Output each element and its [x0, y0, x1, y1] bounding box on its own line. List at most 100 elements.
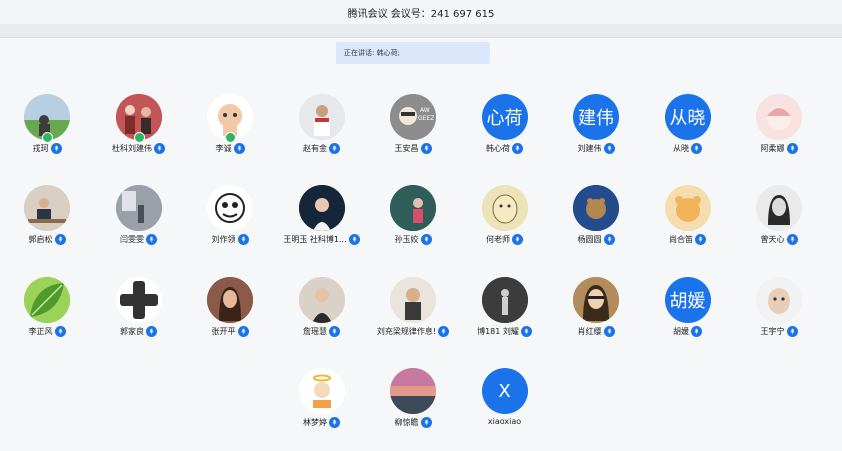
participant-tile[interactable]: 刘充梁规律作息!	[363, 277, 463, 349]
microphone-icon[interactable]	[237, 326, 249, 337]
participant-tile[interactable]: 杜科刘建伟	[89, 94, 189, 166]
participant-tile[interactable]: 尚合笛	[638, 185, 738, 257]
participant-avatar	[390, 368, 436, 414]
participant-avatar: AW GEEZ	[390, 94, 436, 140]
participant-name: 张开平	[211, 327, 236, 336]
participant-tile[interactable]: 林梦婷	[272, 368, 372, 440]
participant-name-row: 李诚	[216, 143, 245, 154]
microphone-icon[interactable]	[329, 417, 340, 428]
participant-name: 李诚	[215, 144, 232, 153]
microphone-icon[interactable]	[237, 234, 249, 245]
participant-tile[interactable]: 赵有金	[272, 94, 372, 166]
participant-name-row: 从晓	[673, 143, 702, 154]
microphone-icon[interactable]	[420, 417, 432, 428]
participant-avatar	[24, 185, 70, 231]
microphone-icon[interactable]	[512, 234, 523, 245]
participant-tile[interactable]: 心荷 韩心荷	[455, 94, 555, 166]
microphone-icon[interactable]	[603, 326, 615, 337]
participant-tile[interactable]: Xxiaoxiao	[455, 368, 555, 440]
participant-tile[interactable]: 李诚	[180, 94, 280, 166]
participant-avatar: 建伟	[573, 94, 619, 140]
participant-avatar	[756, 94, 802, 140]
microphone-icon[interactable]	[146, 234, 157, 245]
microphone-icon[interactable]	[50, 143, 62, 154]
participant-avatar	[115, 185, 162, 231]
participant-name: 柳惊瞻	[394, 418, 419, 427]
participant-tile[interactable]: 刘作领	[180, 185, 280, 257]
participant-tile[interactable]: 博181 刘耀	[455, 277, 555, 349]
svg-text:AW: AW	[420, 107, 430, 114]
status-badge	[225, 132, 236, 143]
microphone-icon[interactable]	[603, 234, 615, 245]
participant-avatar: 胡媛	[664, 277, 711, 323]
participant-tile[interactable]: 胡媛 胡媛	[638, 277, 738, 349]
microphone-icon[interactable]	[691, 143, 702, 154]
participant-tile[interactable]: 王宇宁	[729, 277, 829, 349]
microphone-icon[interactable]	[520, 326, 532, 337]
participant-tile[interactable]: 从晓 从晓	[638, 94, 738, 166]
avatar-initials: 从晓	[669, 108, 706, 129]
participant-name: 杜科刘建伟	[112, 144, 152, 153]
participant-tile[interactable]: 闫雯雯	[89, 185, 189, 257]
microphone-icon[interactable]	[786, 326, 798, 337]
avatar-initials: 胡媛	[669, 291, 706, 312]
microphone-icon[interactable]	[154, 143, 165, 154]
microphone-icon[interactable]	[420, 143, 432, 154]
participant-tile[interactable]: 李正风	[0, 277, 97, 349]
participant-avatar	[115, 277, 162, 323]
participant-name-row: 刘作领	[212, 234, 249, 245]
microphone-icon[interactable]	[786, 234, 798, 245]
microphone-icon[interactable]	[348, 234, 360, 245]
participant-name: 韩心荷	[486, 144, 510, 153]
participant-tile[interactable]: 曾天心	[729, 185, 829, 257]
participant-tile[interactable]: 阿柔娜	[729, 94, 829, 166]
microphone-icon[interactable]	[54, 326, 66, 337]
participant-tile[interactable]: 张开平	[180, 277, 280, 349]
participant-tile[interactable]: 郭启松	[0, 185, 97, 257]
microphone-icon[interactable]	[691, 326, 702, 337]
participant-name-row: 刘充梁规律作息!	[377, 326, 450, 337]
participant-name: 杨圆圆	[577, 235, 602, 244]
participant-name: 王安昌	[394, 144, 419, 153]
participant-tile[interactable]: 柳惊瞻	[363, 368, 463, 440]
participant-name: 何老师	[486, 235, 510, 244]
microphone-icon[interactable]	[329, 143, 340, 154]
participant-tile[interactable]: 肖红缨	[546, 277, 646, 349]
microphone-icon[interactable]	[438, 326, 450, 337]
participant-name: 王宇宁	[760, 327, 785, 336]
participant-tile[interactable]: 何老师	[455, 185, 555, 257]
participant-tile[interactable]: 王明玉 社科博1...	[272, 185, 372, 257]
participant-name: 王明玉 社科博1...	[283, 235, 347, 244]
participant-name: 博181 刘耀	[477, 327, 519, 336]
participant-name-row: 曾天心	[761, 234, 798, 245]
status-badge	[133, 132, 145, 143]
participant-tile[interactable]: 孙玉姣	[363, 185, 463, 257]
microphone-icon[interactable]	[233, 143, 245, 154]
microphone-icon[interactable]	[512, 143, 523, 154]
participant-tile[interactable]: AW GEEZ 王安昌	[363, 94, 463, 166]
participant-tile[interactable]: 建伟 刘建伟	[546, 94, 646, 166]
microphone-icon[interactable]	[146, 326, 157, 337]
participant-avatar	[573, 185, 619, 231]
microphone-icon[interactable]	[786, 143, 798, 154]
microphone-icon[interactable]	[329, 326, 340, 337]
microphone-icon[interactable]	[695, 234, 706, 245]
participant-avatar	[756, 185, 802, 231]
participant-name-row: 李正风	[29, 326, 66, 337]
participant-name-row: 阿柔娜	[761, 143, 798, 154]
participant-tile[interactable]: 郭家良	[89, 277, 189, 349]
avatar-initials: 心荷	[486, 108, 523, 129]
participant-name-row: 胡媛	[673, 326, 702, 337]
participant-name-row: 闫雯雯	[120, 234, 157, 245]
participant-tile[interactable]: 杨圆圆	[546, 185, 646, 257]
participant-name-row: 韩心荷	[486, 143, 523, 154]
participant-name-row: 詹瑶慧	[303, 326, 340, 337]
microphone-icon[interactable]	[420, 234, 432, 245]
participant-name-row: 何老师	[486, 234, 523, 245]
participant-name-row: 尚合笛	[669, 234, 706, 245]
microphone-icon[interactable]	[54, 234, 66, 245]
participant-avatar: X	[481, 368, 528, 414]
microphone-icon[interactable]	[603, 143, 615, 154]
participant-tile[interactable]: 詹瑶慧	[272, 277, 372, 349]
participant-tile[interactable]: 戎珂	[0, 94, 97, 166]
